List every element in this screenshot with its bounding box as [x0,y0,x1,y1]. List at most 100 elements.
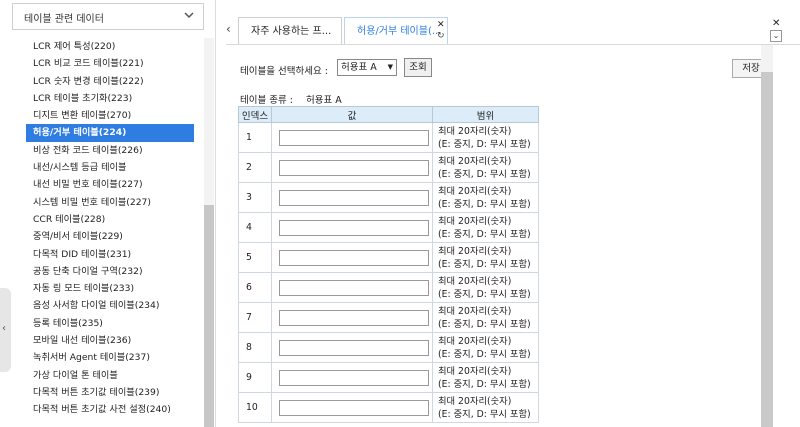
window-menu-icon[interactable]: ⌄ [770,30,782,42]
row-index: 2 [238,152,272,183]
sidebar-item[interactable]: LCR 숫자 변경 테이블(222) [26,73,194,90]
table-row: 4 최대 20자리(숫자) (E: 중지, D: 무시 포함) [238,212,539,243]
refresh-icon[interactable]: ↻ [437,31,445,41]
range-line: (E: 중지, D: 무시 포함) [438,258,531,270]
sidebar-item[interactable]: 자동 링 모드 테이블(233) [26,280,194,297]
row-value-cell [271,122,433,153]
range-line: (E: 중지, D: 무시 포함) [438,408,531,420]
table-type-value: 허용표 A [306,95,342,106]
row-value-cell [271,302,433,333]
range-line: (E: 중지, D: 무시 포함) [438,168,531,180]
row-range-cell: 최대 20자리(숫자) (E: 중지, D: 무시 포함) [432,212,539,243]
value-input[interactable] [279,279,429,296]
row-value-cell [271,392,433,423]
value-input[interactable] [279,159,429,176]
row-range-cell: 최대 20자리(숫자) (E: 중지, D: 무시 포함) [432,152,539,183]
sidebar-item[interactable]: 중역/비서 테이블(229) [26,228,194,245]
sidebar-item[interactable]: 다목적 버튼 초기값 사전 설정(240) [26,401,194,418]
sidebar-collapse-handle[interactable]: ‹ [0,288,11,372]
sidebar-item[interactable]: 내선 비밀 번호 테이블(227) [26,176,194,193]
row-range-cell: 최대 20자리(숫자) (E: 중지, D: 무시 포함) [432,392,539,423]
sidebar-item[interactable]: 가상 다이얼 톤 테이블 [26,367,194,384]
table-select[interactable]: 허용표 A ▼ [337,59,397,76]
dropdown-arrow-icon: ▼ [387,63,393,71]
range-line: 최대 20자리(숫자) [438,185,512,197]
sidebar-item[interactable]: 허용/거부 테이블(224) [26,124,194,142]
range-line: 최대 20자리(숫자) [438,245,512,257]
sidebar-item[interactable]: LCR 제어 특성(220) [26,38,194,55]
chevron-left-icon[interactable]: ‹ [226,22,231,36]
tab-allow-deny-table[interactable]: 허용/거부 테이블(... [344,17,448,44]
range-line: 최대 20자리(숫자) [438,395,512,407]
sidebar-category-dropdown[interactable]: 테이블 관련 데이터 [12,3,204,30]
row-value-cell [271,332,433,363]
row-value-cell [271,272,433,303]
row-value-cell [271,362,433,393]
allow-deny-table: 인덱스 값 범위 1 최대 20자리(숫자) (E: 중지, D: 무시 포함) 2 최… [238,106,539,423]
sidebar-list: LCR 제어 특성(220) LCR 비교 코드 테이블(221) LCR 숫자 변… [26,38,194,419]
range-line: (E: 중지, D: 무시 포함) [438,198,531,210]
column-header-range: 범위 [432,106,539,123]
column-header-index: 인덱스 [238,106,272,123]
row-range-cell: 최대 20자리(숫자) (E: 중지, D: 무시 포함) [432,272,539,303]
sidebar-item[interactable]: 모바일 내선 테이블(236) [26,332,194,349]
value-input[interactable] [279,249,429,266]
sidebar-scrollbar-thumb[interactable] [204,205,214,427]
row-index: 9 [238,362,272,393]
column-header-value: 값 [271,106,433,123]
value-input[interactable] [279,129,429,146]
row-value-cell [271,212,433,243]
sidebar-item[interactable]: 등록 테이블(235) [26,315,194,332]
close-icon[interactable]: ✕ [772,18,780,29]
range-line: (E: 중지, D: 무시 포함) [438,378,531,390]
range-line: 최대 20자리(숫자) [438,125,512,137]
sidebar-item[interactable]: 디지트 변환 테이블(270) [26,107,194,124]
sidebar-item[interactable]: 다목적 버튼 초기값 테이블(239) [26,384,194,401]
sidebar-item[interactable]: 내선/시스템 등급 테이블 [26,159,194,176]
row-index: 7 [238,302,272,333]
main-scrollbar-thumb[interactable] [761,72,773,427]
row-range-cell: 최대 20자리(숫자) (E: 중지, D: 무시 포함) [432,332,539,363]
sidebar-item[interactable]: 녹취서버 Agent 테이블(237) [26,349,194,366]
row-value-cell [271,152,433,183]
sidebar-item[interactable]: 비상 전화 코드 테이블(226) [26,142,194,159]
sidebar-item[interactable]: 공동 단축 다이얼 구역(232) [26,263,194,280]
close-icon[interactable]: ✕ [437,20,445,30]
table-row: 7 최대 20자리(숫자) (E: 중지, D: 무시 포함) [238,302,539,333]
table-row: 5 최대 20자리(숫자) (E: 중지, D: 무시 포함) [238,242,539,273]
table-row: 6 최대 20자리(숫자) (E: 중지, D: 무시 포함) [238,272,539,303]
row-index: 1 [238,122,272,153]
table-type-label: 테이블 종류 : [240,95,293,106]
sidebar-item[interactable]: 시스템 비밀 번호 테이블(227) [26,194,194,211]
value-input[interactable] [279,399,429,416]
range-line: (E: 중지, D: 무시 포함) [438,348,531,360]
table-select-label: 테이블을 선택하세요 : [240,66,328,77]
row-range-cell: 최대 20자리(숫자) (E: 중지, D: 무시 포함) [432,362,539,393]
chevron-left-icon: ‹ [2,323,6,334]
value-input[interactable] [279,189,429,206]
value-input[interactable] [279,369,429,386]
value-input[interactable] [279,219,429,236]
sidebar-item[interactable]: LCR 비교 코드 테이블(221) [26,55,194,72]
query-button[interactable]: 조회 [404,58,432,77]
row-value-cell [271,242,433,273]
range-line: 최대 20자리(숫자) [438,335,512,347]
tab-label: 자주 사용하는 프... [251,26,332,37]
row-value-cell [271,182,433,213]
sidebar-item[interactable]: 다목적 DID 테이블(231) [26,246,194,263]
range-line: (E: 중지, D: 무시 포함) [438,288,531,300]
sidebar: 테이블 관련 데이터 LCR 제어 특성(220) LCR 비교 코드 테이블(2… [0,0,216,427]
row-range-cell: 최대 20자리(숫자) (E: 중지, D: 무시 포함) [432,122,539,153]
sidebar-item[interactable]: LCR 테이블 초기화(223) [26,90,194,107]
range-line: 최대 20자리(숫자) [438,365,512,377]
table-row: 2 최대 20자리(숫자) (E: 중지, D: 무시 포함) [238,152,539,183]
tab-frequently-used[interactable]: 자주 사용하는 프... [238,17,342,44]
value-input[interactable] [279,339,429,356]
table-row: 8 최대 20자리(숫자) (E: 중지, D: 무시 포함) [238,332,539,363]
row-range-cell: 최대 20자리(숫자) (E: 중지, D: 무시 포함) [432,242,539,273]
value-input[interactable] [279,309,429,326]
table-row: 3 최대 20자리(숫자) (E: 중지, D: 무시 포함) [238,182,539,213]
sidebar-item[interactable]: CCR 테이블(228) [26,211,194,228]
sidebar-item[interactable]: 음성 사서함 다이얼 테이블(234) [26,297,194,314]
table-row: 10 최대 20자리(숫자) (E: 중지, D: 무시 포함) [238,392,539,423]
